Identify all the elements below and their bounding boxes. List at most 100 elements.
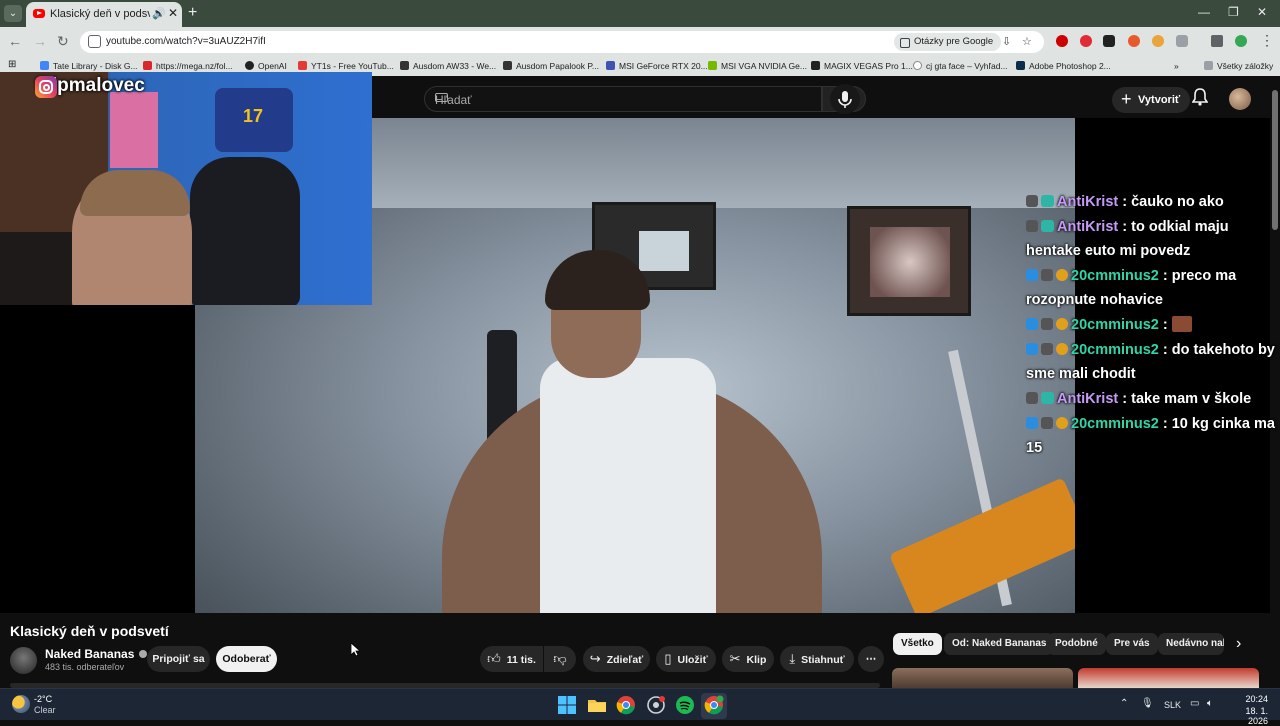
chrome-icon[interactable] <box>616 695 636 715</box>
bookmark-item[interactable]: https://mega.nz/fol... <box>143 61 233 71</box>
network-icon[interactable]: ▭ <box>1190 698 1199 709</box>
chip-for-you[interactable]: Pre vás <box>1106 633 1158 655</box>
recommended-thumbnail[interactable] <box>1078 668 1259 688</box>
microphone-icon <box>838 91 852 108</box>
chat-message: AntiKrist : to odkial maju hentake euto … <box>1026 219 1229 259</box>
jersey-number: 17 <box>243 106 264 126</box>
more-horizontal-icon: ⋯ <box>865 653 877 665</box>
download-button[interactable]: ⤓ Stiahnuť <box>780 646 854 672</box>
microphone-tray-icon[interactable]: 🎙︎ <box>1141 698 1154 709</box>
show-hidden-icons-chevron[interactable]: ⌃ <box>1120 698 1128 709</box>
chevron-right-icon[interactable]: › <box>1236 635 1241 653</box>
chip-recently-uploaded[interactable]: Nedávno nahr <box>1158 633 1224 655</box>
new-tab-button[interactable]: + <box>188 4 197 22</box>
all-bookmarks[interactable]: Všetky záložky <box>1204 61 1273 71</box>
account-avatar[interactable] <box>1229 88 1251 110</box>
share-button[interactable]: ↪ Zdieľať <box>583 646 650 672</box>
notifications-bell-icon[interactable] <box>1192 88 1208 106</box>
webcam-poster <box>110 92 158 168</box>
windows-start-icon[interactable] <box>557 695 577 715</box>
weather-condition[interactable]: Clear <box>34 705 56 715</box>
browser-tab-youtube[interactable]: Klasický deň v podsvetí - YouTube 🔊 ✕ <box>26 2 182 27</box>
bookmark-item[interactable]: cj gta face – Vyhľad... <box>913 61 1008 71</box>
instagram-icon <box>35 76 57 98</box>
share-icon: ↪ <box>589 651 601 666</box>
browser-menu-icon[interactable]: ⋮ <box>1260 32 1274 49</box>
file-explorer-icon[interactable] <box>587 695 607 715</box>
fk-badge-icon <box>1026 392 1038 404</box>
save-button[interactable]: ▯ Uložiť <box>656 646 716 672</box>
chrome-profile-icon[interactable] <box>704 695 724 715</box>
forward-button[interactable]: → <box>33 33 47 49</box>
create-button[interactable]: Vytvoriť <box>1112 86 1191 113</box>
more-actions-button[interactable]: ⋯ <box>858 646 884 672</box>
extension-icon[interactable] <box>1103 35 1115 47</box>
system-clock[interactable]: 20:24 18. 1. 2026 <box>1228 694 1268 726</box>
bookmark-item[interactable]: MSI VGA NVIDIA Ge... <box>708 61 807 71</box>
subscribe-button[interactable]: Odoberať <box>216 646 277 672</box>
opera-extension-icon[interactable] <box>1056 35 1068 47</box>
tab-search-button[interactable]: ⌄ <box>4 5 22 22</box>
search-input[interactable]: Hľadať <box>424 86 822 112</box>
chat-message: 20cmminus2 : <box>1026 313 1280 337</box>
close-window-button[interactable]: ✕ <box>1257 5 1267 19</box>
clip-button[interactable]: ✂ Klip <box>722 646 774 672</box>
site-info-icon[interactable] <box>88 35 101 48</box>
bookmark-item[interactable]: YT1s - Free YouTub... <box>298 61 394 71</box>
bookmark-item[interactable]: Ausdom AW33 - We... <box>400 61 496 71</box>
like-button[interactable]: 👍︎ 11 tis. <box>480 646 543 672</box>
thumbs-down-icon: 👎︎ <box>553 651 567 666</box>
reload-button[interactable]: ↻ <box>57 33 69 50</box>
join-button[interactable]: Pripojiť sa <box>147 646 210 672</box>
extension-icon-3[interactable] <box>1152 35 1164 47</box>
bookmark-item[interactable]: Tate Library - Disk G... <box>40 61 138 71</box>
extension-icon-2[interactable] <box>1128 35 1140 47</box>
spotify-icon[interactable] <box>675 695 695 715</box>
recommended-thumbnail[interactable] <box>892 668 1073 688</box>
subscriber-badge-icon <box>1026 417 1038 429</box>
audio-playing-icon[interactable]: 🔊 <box>152 7 166 20</box>
google-lens-button[interactable]: Otázky pre Google <box>894 33 1002 51</box>
app-icon[interactable] <box>646 695 666 715</box>
chip-all[interactable]: Všetko <box>893 633 942 655</box>
voice-search-button[interactable] <box>830 84 860 114</box>
install-app-icon[interactable]: ⇩ <box>1002 35 1011 48</box>
bits-badge-icon <box>1056 343 1068 355</box>
url-text: youtube.com/watch?v=3uAUZ2H7ifI <box>106 36 266 47</box>
bits-badge-icon <box>1056 417 1068 429</box>
bookmark-item[interactable]: Ausdom Papalook P... <box>503 61 599 71</box>
weather-icon[interactable] <box>12 695 30 713</box>
fk-badge-icon <box>1041 318 1053 330</box>
chat-emote-icon <box>1171 316 1192 332</box>
fk-badge-icon <box>1026 195 1038 207</box>
webcam-streamer-hair <box>80 170 190 216</box>
fk-badge-icon <box>1041 343 1053 355</box>
chip-related[interactable]: Podobné <box>1047 633 1106 655</box>
close-tab-icon[interactable]: ✕ <box>168 6 178 20</box>
dislike-button[interactable]: 👎︎ <box>544 646 576 672</box>
pinterest-extension-icon[interactable] <box>1080 35 1092 47</box>
more-bookmarks-icon[interactable]: » <box>1174 61 1179 71</box>
address-bar[interactable]: youtube.com/watch?v=3uAUZ2H7ifI Otázky p… <box>80 31 1044 53</box>
media-control-icon[interactable] <box>1211 35 1223 47</box>
back-button[interactable]: ← <box>8 33 22 49</box>
channel-avatar[interactable] <box>10 647 37 674</box>
bookmark-item[interactable]: MSI GeForce RTX 20... <box>606 61 708 71</box>
channel-name[interactable]: Naked Bananas <box>45 647 147 661</box>
minimize-button[interactable]: — <box>1198 5 1210 19</box>
bookmark-star-icon[interactable]: ☆ <box>1022 35 1032 48</box>
apps-grid-icon[interactable]: ⊞ <box>8 59 16 70</box>
extensions-puzzle-icon[interactable] <box>1176 35 1188 47</box>
maximize-button[interactable]: ❐ <box>1228 5 1239 19</box>
chip-from-channel[interactable]: Od: Naked Bananas <box>944 633 1055 655</box>
volume-icon[interactable]: 🔈︎ <box>1207 698 1213 709</box>
input-language[interactable]: SLK <box>1164 700 1181 710</box>
browser-tab-bar: ⌄ Klasický deň v podsvetí - YouTube 🔊 ✕ … <box>0 0 1280 27</box>
bookmark-item[interactable]: OpenAI <box>245 61 287 71</box>
keyboard-icon[interactable] <box>435 93 448 102</box>
bookmark-item[interactable]: Adobe Photoshop 2... <box>1016 61 1111 71</box>
temperature[interactable]: -2°C <box>34 694 52 704</box>
bookmark-item[interactable]: MAGIX VEGAS Pro 1... <box>811 61 913 71</box>
profile-avatar[interactable] <box>1235 35 1247 47</box>
youtube-favicon-icon <box>33 9 45 18</box>
